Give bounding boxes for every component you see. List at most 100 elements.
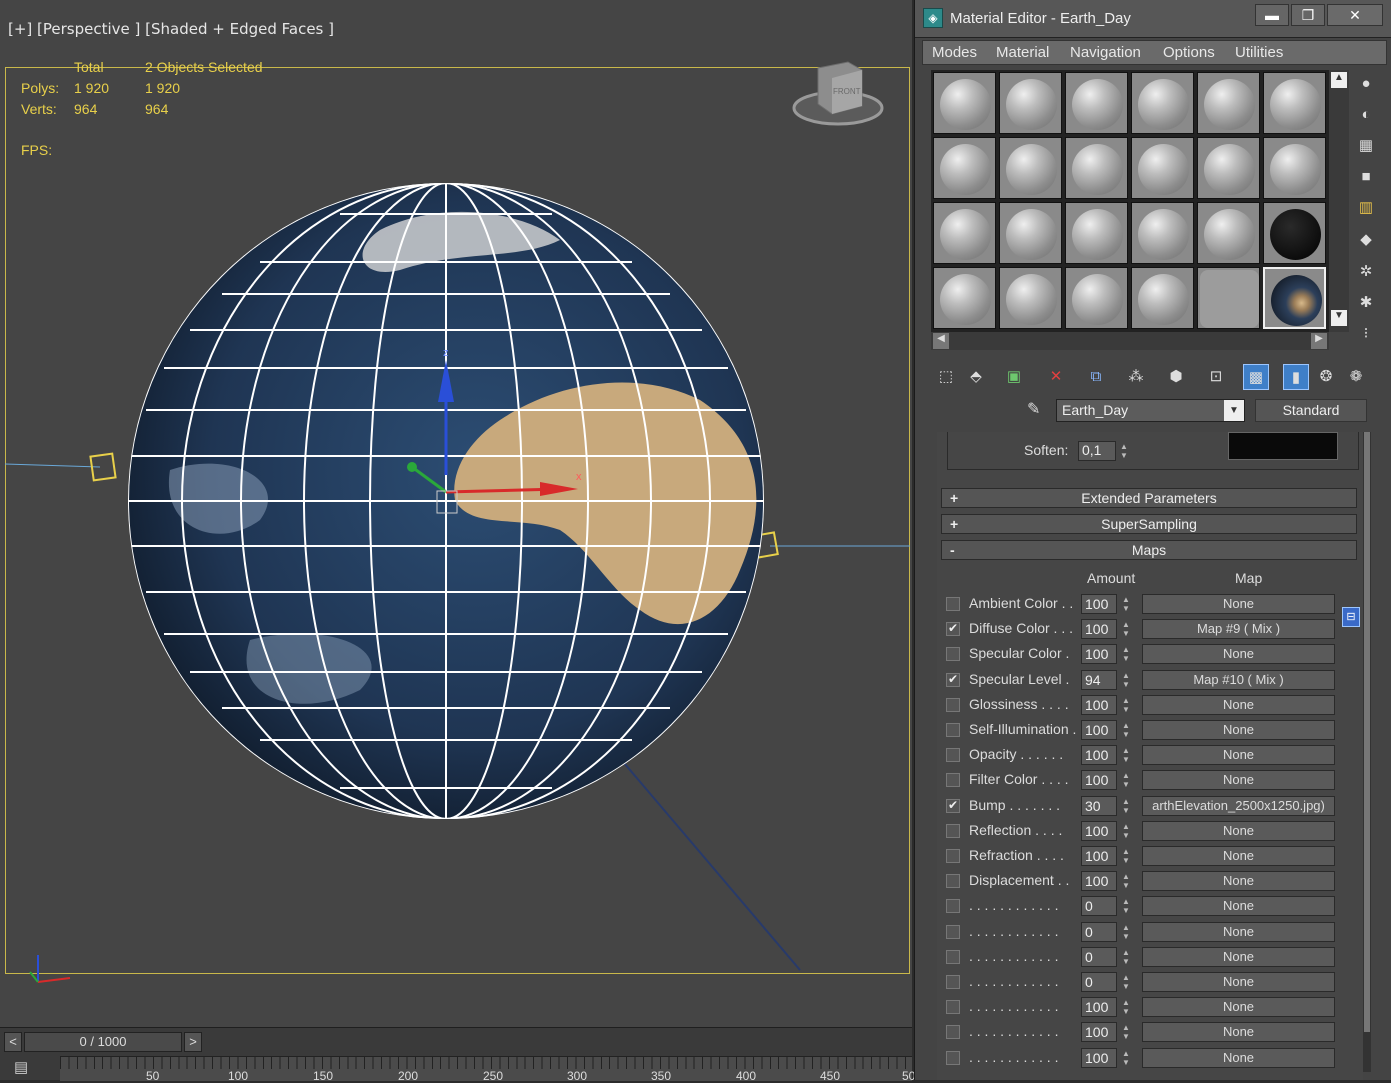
- map-amount-input[interactable]: 100: [1081, 770, 1117, 791]
- options-icon[interactable]: ✲: [1355, 261, 1377, 283]
- rollout-supersampling[interactable]: + SuperSampling: [941, 514, 1357, 534]
- amount-spinner-icon[interactable]: ▲ ▼: [1121, 923, 1131, 941]
- map-amount-input[interactable]: 0: [1081, 921, 1117, 942]
- get-material-icon[interactable]: ⬚: [933, 364, 959, 390]
- map-slot-button[interactable]: Map #10 ( Mix ): [1142, 669, 1335, 690]
- soften-input[interactable]: 0,1: [1078, 441, 1116, 461]
- material-editor-titlebar[interactable]: ◈ Material Editor - Earth_Day ▬ ❐ ✕: [915, 0, 1391, 38]
- rollout-extended-parameters[interactable]: + Extended Parameters: [941, 488, 1357, 508]
- viewport-label[interactable]: [+] [Perspective ] [Shaded + Edged Faces…: [8, 20, 334, 38]
- amount-spinner-icon[interactable]: ▲ ▼: [1121, 948, 1131, 966]
- amount-spinner-icon[interactable]: ▲ ▼: [1121, 645, 1131, 663]
- map-slot-button[interactable]: None: [1142, 644, 1335, 665]
- slots-vertical-scrollbar[interactable]: ▲ ▼: [1329, 70, 1349, 332]
- put-to-library-icon[interactable]: ⬢: [1163, 364, 1189, 390]
- amount-spinner-icon[interactable]: ▲ ▼: [1121, 620, 1131, 638]
- map-slot-button[interactable]: None: [1142, 694, 1335, 715]
- material-slot[interactable]: [1065, 202, 1128, 264]
- material-slot[interactable]: [1263, 72, 1326, 134]
- map-amount-input[interactable]: 100: [1081, 594, 1117, 614]
- map-slot-button[interactable]: None: [1142, 1022, 1335, 1043]
- time-slider[interactable]: 0 / 1000: [24, 1032, 182, 1052]
- material-slot[interactable]: [1263, 137, 1326, 199]
- map-amount-input[interactable]: 100: [1081, 846, 1117, 866]
- make-preview-icon[interactable]: ◆: [1355, 229, 1377, 251]
- amount-spinner-icon[interactable]: ▲ ▼: [1121, 1023, 1131, 1041]
- amount-spinner-icon[interactable]: ▲ ▼: [1121, 897, 1131, 915]
- map-slot-button[interactable]: None: [1142, 745, 1335, 766]
- gizmo-y-arrow[interactable]: [407, 462, 417, 472]
- material-slot[interactable]: [1263, 267, 1326, 329]
- material-slot[interactable]: [999, 137, 1062, 199]
- scrollbar-thumb[interactable]: [1364, 432, 1370, 1032]
- map-slot-button[interactable]: None: [1142, 896, 1335, 917]
- rollout-maps[interactable]: - Maps: [941, 540, 1357, 560]
- chevron-down-icon[interactable]: ▼: [1224, 400, 1244, 421]
- material-name-field[interactable]: Earth_Day ▼: [1056, 399, 1245, 422]
- amount-spinner-icon[interactable]: ▲ ▼: [1121, 696, 1131, 714]
- amount-spinner-icon[interactable]: ▲ ▼: [1121, 721, 1131, 739]
- amount-spinner-icon[interactable]: ▲ ▼: [1121, 872, 1131, 890]
- amount-spinner-icon[interactable]: ▲ ▼: [1121, 746, 1131, 764]
- checker-background-icon[interactable]: ▦: [1355, 135, 1377, 157]
- map-enable-checkbox[interactable]: [946, 723, 960, 737]
- map-slot-button[interactable]: None: [1142, 820, 1335, 841]
- map-amount-input[interactable]: 100: [1081, 1022, 1117, 1043]
- map-amount-input[interactable]: 0: [1081, 896, 1117, 917]
- map-enable-checkbox[interactable]: [946, 773, 960, 788]
- material-slot[interactable]: [1131, 202, 1194, 264]
- map-slot-button[interactable]: None: [1142, 720, 1335, 740]
- scroll-up-icon[interactable]: ▲: [1331, 72, 1347, 88]
- make-copy-icon[interactable]: ⧉: [1083, 364, 1109, 390]
- sphere-icon[interactable]: ●: [1355, 73, 1377, 95]
- material-slot[interactable]: [1131, 267, 1194, 329]
- menu-options[interactable]: Options: [1163, 44, 1215, 61]
- globe-cloud-south[interactable]: [246, 633, 372, 704]
- time-prev-button[interactable]: <: [4, 1032, 22, 1052]
- map-amount-input[interactable]: 100: [1081, 820, 1117, 841]
- map-slot-button[interactable]: None: [1142, 921, 1335, 942]
- maximize-button[interactable]: ❐: [1291, 4, 1325, 26]
- assign-to-selection-icon[interactable]: ▣: [1001, 364, 1027, 390]
- put-to-scene-icon[interactable]: ⬘: [963, 364, 989, 390]
- delete-icon[interactable]: ✕: [1043, 364, 1069, 390]
- map-enable-checkbox[interactable]: [946, 647, 960, 662]
- material-slot[interactable]: [1197, 202, 1260, 264]
- show-end-result-icon[interactable]: ▮: [1283, 364, 1309, 390]
- map-amount-input[interactable]: 0: [1081, 946, 1117, 967]
- material-slot[interactable]: [1065, 267, 1128, 329]
- scene-canvas[interactable]: z x: [0, 170, 912, 990]
- amount-spinner-icon[interactable]: ▲ ▼: [1121, 847, 1131, 865]
- map-enable-checkbox[interactable]: [946, 621, 960, 637]
- map-slot-button[interactable]: None: [1142, 997, 1335, 1018]
- map-enable-checkbox[interactable]: [946, 949, 960, 964]
- self-illum-color-swatch[interactable]: [1228, 432, 1338, 460]
- minimize-button[interactable]: ▬: [1255, 4, 1289, 26]
- material-slot[interactable]: [933, 72, 996, 134]
- material-slot[interactable]: [933, 137, 996, 199]
- map-enable-checkbox[interactable]: [946, 1025, 960, 1040]
- material-slot[interactable]: [1065, 137, 1128, 199]
- material-slot[interactable]: [1197, 72, 1260, 134]
- material-slot[interactable]: [933, 267, 996, 329]
- soften-spinner[interactable]: ▲ ▼: [1120, 442, 1130, 460]
- map-enable-checkbox[interactable]: [946, 849, 960, 863]
- amount-spinner-icon[interactable]: ▲ ▼: [1121, 1049, 1131, 1067]
- map-enable-checkbox[interactable]: [946, 899, 960, 914]
- material-slot[interactable]: [1197, 267, 1260, 329]
- map-amount-input[interactable]: 100: [1081, 1047, 1117, 1068]
- map-amount-input[interactable]: 94: [1081, 669, 1117, 690]
- material-id-icon[interactable]: ⊡: [1203, 364, 1229, 390]
- material-slot[interactable]: [999, 202, 1062, 264]
- amount-spinner-icon[interactable]: ▲ ▼: [1121, 998, 1131, 1016]
- map-amount-input[interactable]: 30: [1081, 795, 1117, 816]
- map-slot-button[interactable]: None: [1142, 770, 1335, 791]
- amount-spinner-icon[interactable]: ▲ ▼: [1121, 771, 1131, 789]
- map-amount-input[interactable]: 100: [1081, 694, 1117, 715]
- scroll-right-icon[interactable]: ▶: [1311, 333, 1327, 349]
- material-slot[interactable]: [1065, 72, 1128, 134]
- eyedropper-icon[interactable]: ✎: [1027, 399, 1049, 421]
- material-slot[interactable]: [1131, 137, 1194, 199]
- rollout-scrollbar[interactable]: [1363, 432, 1371, 1072]
- map-enable-checkbox[interactable]: [946, 798, 960, 813]
